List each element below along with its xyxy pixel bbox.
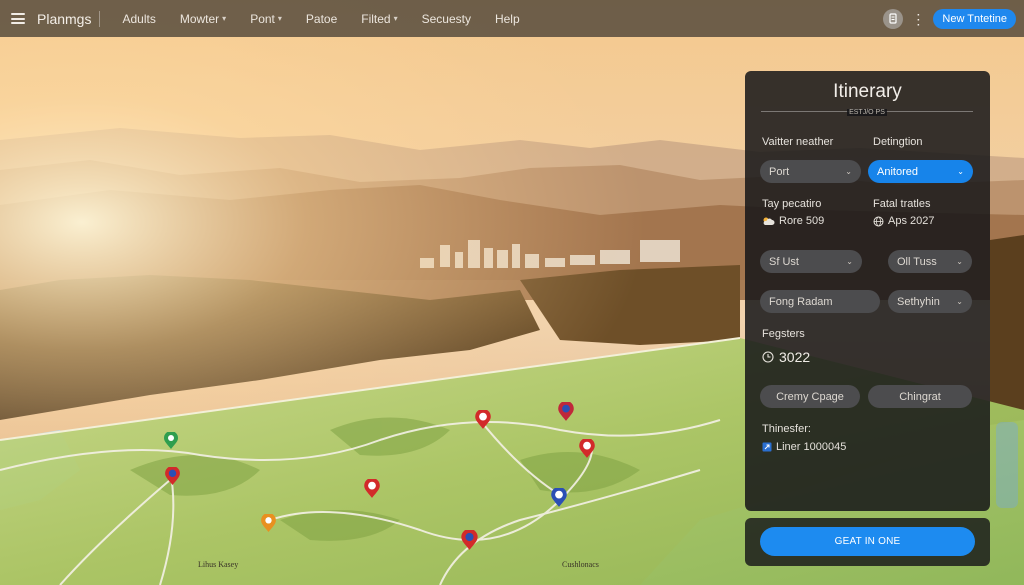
map-pin-icon[interactable] bbox=[557, 400, 575, 422]
chevron-down-icon: ⌄ bbox=[956, 257, 963, 266]
nav-item-help[interactable]: Help bbox=[483, 12, 532, 26]
itinerary-panel: Itinerary ESTJ/O PS Vaitter neather Deti… bbox=[745, 71, 990, 511]
button-label: Cremy Cpage bbox=[776, 390, 844, 403]
nav-item-adults[interactable]: Adults bbox=[110, 12, 167, 26]
nav-label: Patoe bbox=[305, 11, 338, 26]
nav-label: Filted bbox=[361, 11, 391, 26]
primary-cta-button[interactable]: GEAT IN ONE bbox=[760, 527, 975, 556]
chevron-down-icon: ⌄ bbox=[957, 167, 964, 176]
kebab-icon[interactable]: ⋮ bbox=[911, 12, 925, 26]
fatal-label: Fatal tratles bbox=[873, 198, 931, 210]
panel-title: Itinerary bbox=[833, 81, 902, 102]
nav-item-patoe[interactable]: Patoe bbox=[294, 12, 349, 26]
field-value: Sethyhin bbox=[897, 295, 940, 308]
registers-value: 3022 bbox=[762, 349, 810, 365]
map-pin-icon[interactable] bbox=[260, 512, 277, 533]
weather-select-value: Port bbox=[769, 165, 790, 178]
weather-label: Vaitter neather bbox=[762, 136, 834, 148]
map-pin-icon[interactable] bbox=[163, 431, 179, 450]
map-pin-icon[interactable] bbox=[363, 477, 381, 499]
nav-label: Help bbox=[494, 11, 520, 26]
top-nav-bar: Planmgs Adults Mowter ▾ Pont ▾ Patoe Filte… bbox=[0, 0, 1024, 37]
field-oll-tuss[interactable]: Oll Tuss ⌄ bbox=[888, 250, 972, 273]
chevron-down-icon: ▾ bbox=[277, 14, 282, 23]
new-itinerary-button[interactable]: New Tntetine bbox=[933, 8, 1016, 29]
nav-label: Adults bbox=[122, 11, 156, 26]
side-scroll-tab[interactable] bbox=[996, 422, 1018, 508]
registers-value-text: 3022 bbox=[779, 349, 811, 365]
field-sethyhin[interactable]: Sethyhin ⌄ bbox=[888, 290, 972, 313]
nav-item-secuesty[interactable]: Secuesty bbox=[410, 12, 483, 26]
nav-label: Secuesty bbox=[421, 11, 471, 26]
panel-subtitle: ESTJ/O PS bbox=[847, 109, 887, 116]
main-nav: Adults Mowter ▾ Pont ▾ Patoe Filted ▾ Secue… bbox=[110, 12, 531, 26]
map-pin-icon[interactable] bbox=[550, 486, 568, 508]
cremy-cpage-button[interactable]: Cremy Cpage bbox=[760, 385, 860, 408]
chingrat-button[interactable]: Chingrat bbox=[868, 385, 972, 408]
field-value: Sf Ust bbox=[769, 255, 799, 268]
hamburger-icon[interactable] bbox=[11, 13, 25, 24]
cloud-sun-icon bbox=[762, 216, 775, 226]
chevron-down-icon: ▾ bbox=[393, 14, 398, 23]
field-fong-radam[interactable]: Fong Radam bbox=[760, 290, 880, 313]
nav-label: Mowter bbox=[179, 11, 220, 26]
destination-select[interactable]: Anitored ⌄ bbox=[868, 160, 973, 183]
map-pin-icon[interactable] bbox=[164, 465, 181, 486]
nav-item-mowter[interactable]: Mowter ▾ bbox=[168, 12, 238, 26]
chevron-down-icon: ⌄ bbox=[956, 297, 963, 306]
field-value: Fong Radam bbox=[769, 295, 833, 308]
fatal-value-text: Aps 2027 bbox=[888, 215, 935, 227]
map-pin-icon[interactable] bbox=[578, 437, 596, 459]
clock-icon bbox=[762, 351, 774, 363]
nav-item-pont[interactable]: Pont ▾ bbox=[238, 12, 294, 26]
field-sf-ust[interactable]: Sf Ust ⌄ bbox=[760, 250, 862, 273]
nav-item-filted[interactable]: Filted ▾ bbox=[349, 12, 409, 26]
chevron-down-icon: ▾ bbox=[222, 14, 227, 23]
map-label-town-west: Lihus Kasey bbox=[198, 560, 239, 569]
map-label-town-south: Cushlonacs bbox=[562, 560, 599, 569]
transfer-value-text: Liner 1000045 bbox=[776, 441, 847, 453]
weather-select[interactable]: Port ⌄ bbox=[760, 160, 861, 183]
globe-icon bbox=[873, 216, 884, 227]
destination-label: Detingtion bbox=[873, 136, 923, 148]
nav-label: Pont bbox=[250, 11, 275, 26]
map-pin-icon[interactable] bbox=[474, 408, 492, 430]
button-label: Chingrat bbox=[899, 390, 941, 403]
transfer-value: Liner 1000045 bbox=[762, 441, 846, 453]
app-title[interactable]: Planmgs bbox=[37, 11, 91, 27]
chevron-down-icon: ⌄ bbox=[845, 167, 852, 176]
tay-value: Rore 509 bbox=[762, 215, 824, 227]
nav-divider bbox=[99, 10, 101, 27]
chevron-down-icon: ⌄ bbox=[846, 257, 853, 266]
transfer-icon bbox=[762, 442, 772, 452]
profile-icon[interactable] bbox=[883, 8, 904, 29]
transfer-label: Thinesfer: bbox=[762, 423, 811, 435]
tay-value-text: Rore 509 bbox=[779, 215, 825, 227]
top-right-actions: ⋮ New Tntetine bbox=[883, 8, 1016, 29]
registers-label: Fegsters bbox=[762, 328, 805, 340]
cta-container: GEAT IN ONE bbox=[745, 518, 990, 566]
fatal-value: Aps 2027 bbox=[873, 215, 934, 227]
map-pin-icon[interactable] bbox=[460, 528, 479, 551]
field-value: Oll Tuss bbox=[897, 255, 937, 268]
tay-label: Tay pecatiro bbox=[762, 198, 822, 210]
destination-select-value: Anitored bbox=[877, 165, 918, 178]
